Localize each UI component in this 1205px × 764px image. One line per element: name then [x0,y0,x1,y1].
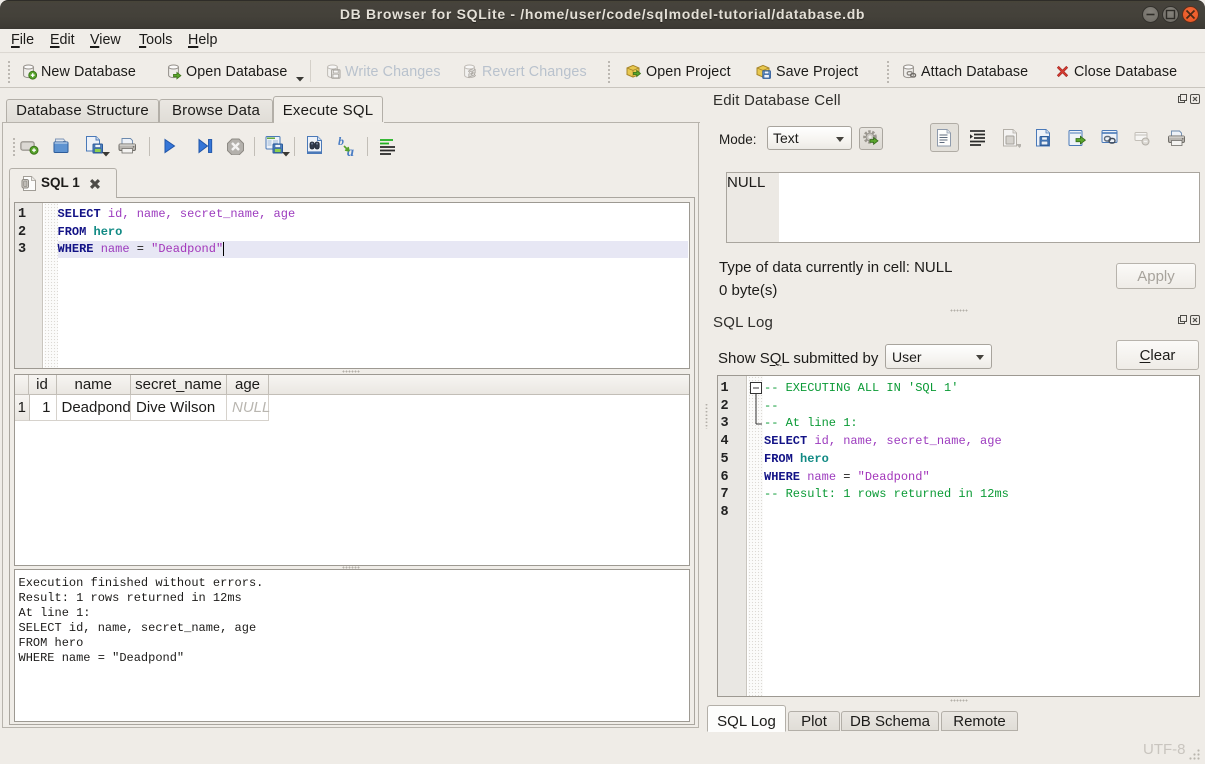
svg-text:b: b [338,135,344,148]
